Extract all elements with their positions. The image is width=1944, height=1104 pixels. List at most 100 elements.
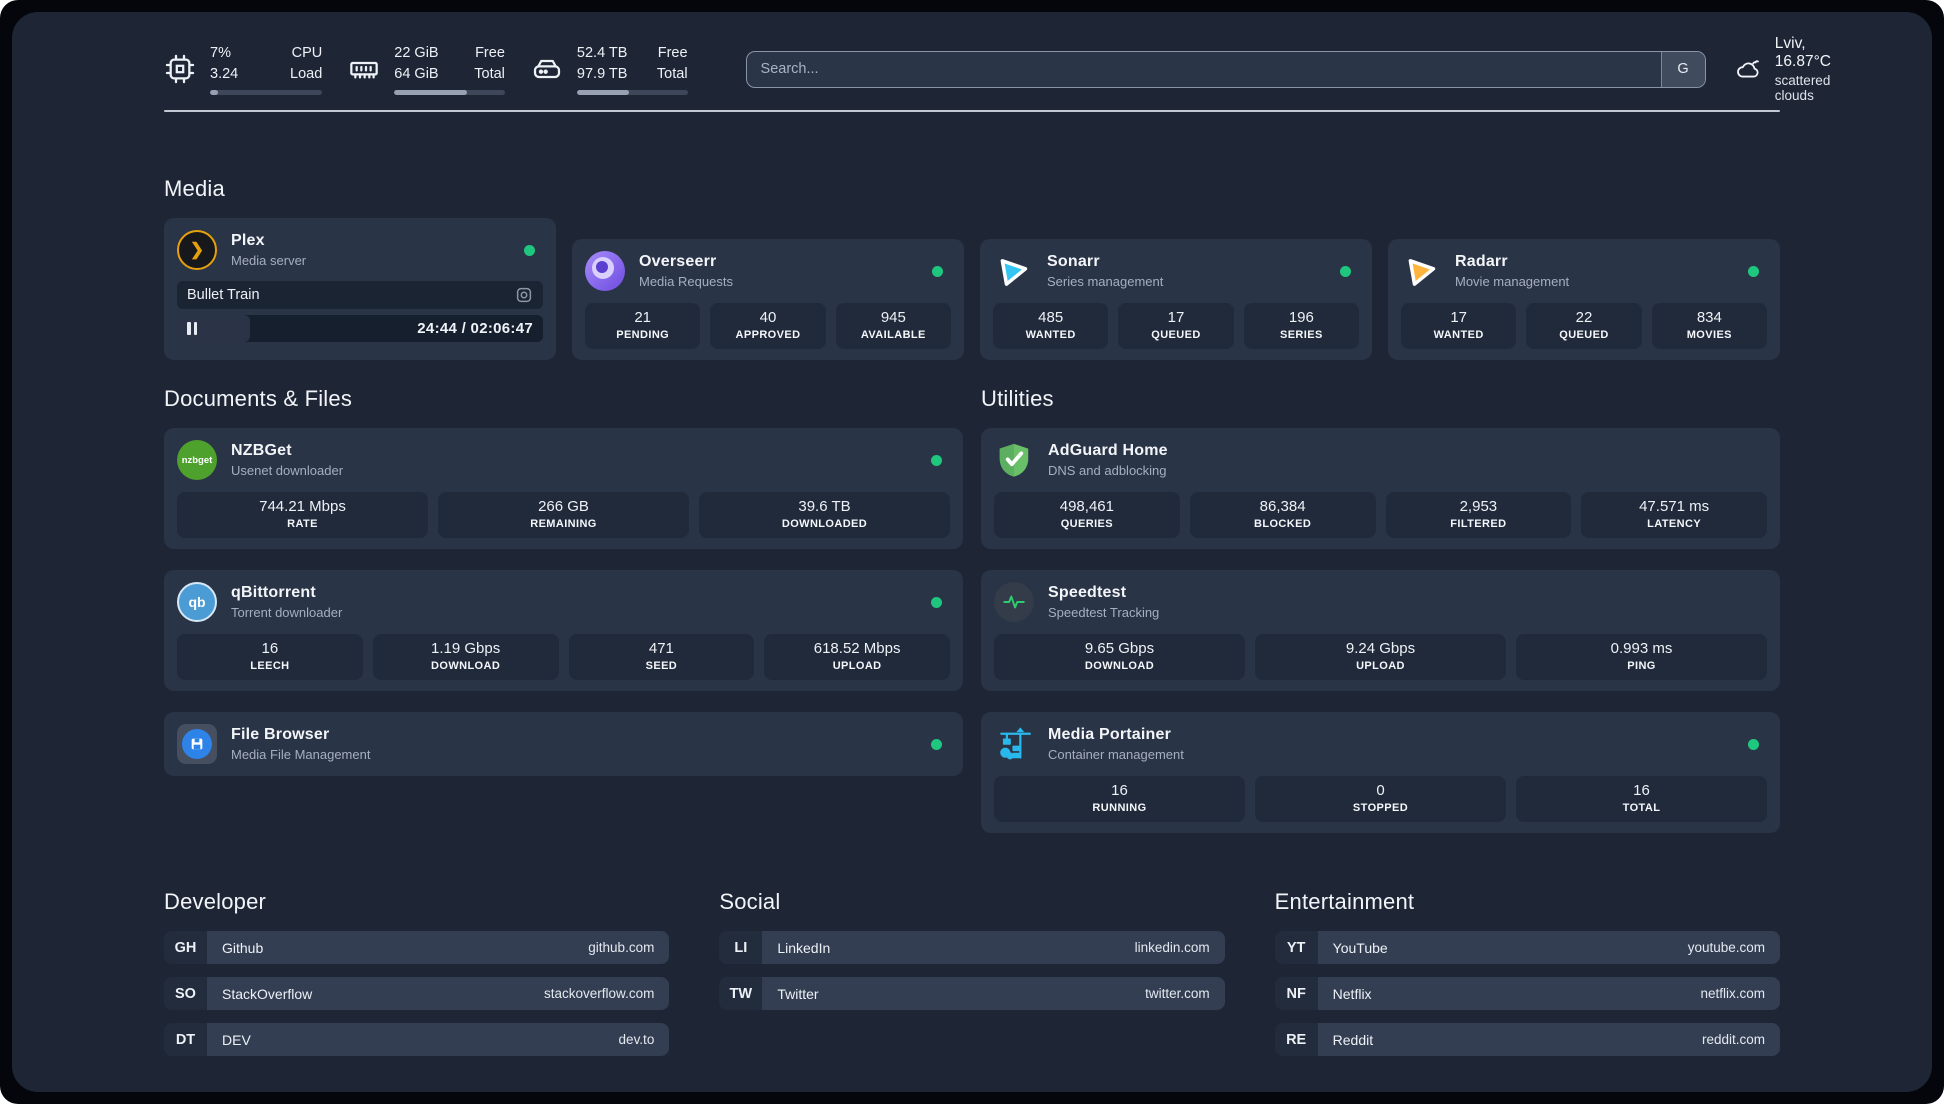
stat-tile: 196 SERIES [1243, 303, 1359, 349]
status-dot [931, 454, 942, 466]
ram-free-label: Free [475, 45, 505, 62]
link-name: YouTube [1332, 939, 1388, 956]
search-engine-button[interactable]: G [1660, 51, 1705, 87]
app-title: Overseerr [639, 253, 717, 270]
cpu-usage-value: 7% [210, 45, 231, 62]
app-title: Sonarr [1047, 253, 1100, 270]
app-card-overseerr[interactable]: Overseerr Media Requests 21 PENDING 40 APP… [572, 239, 964, 360]
filebrowser-icon [177, 724, 217, 764]
cpu-load-label: Load [290, 65, 323, 82]
app-card-nzbget[interactable]: nzbget NZBGet Usenet downloader 744.21 M… [164, 428, 963, 549]
link-stackoverflow[interactable]: SO StackOverflow stackoverflow.com [164, 977, 670, 1010]
sonarr-icon [993, 251, 1033, 291]
section-title-entertainment: Entertainment [1274, 889, 1415, 914]
app-subtitle: Media server [231, 253, 307, 268]
app-subtitle: DNS and adblocking [1048, 463, 1167, 478]
ram-progress-bar [394, 89, 505, 95]
stat-tile: 945 AVAILABLE [835, 303, 951, 349]
link-name: StackOverflow [222, 985, 313, 1002]
app-card-filebrowser[interactable]: File Browser Media File Management [164, 712, 963, 776]
cpu-load-value: 3.24 [210, 65, 239, 82]
link-abbr: NF [1274, 977, 1318, 1010]
header-divider [164, 110, 1780, 112]
camera-icon [515, 286, 533, 304]
link-linkedin[interactable]: LI LinkedIn linkedin.com [719, 931, 1225, 964]
speedtest-icon [994, 582, 1034, 622]
radarr-icon [1401, 251, 1441, 291]
status-dot [1748, 738, 1759, 750]
app-card-adguard[interactable]: AdGuard Home DNS and adblocking 498,461 Q… [981, 428, 1780, 549]
stat-tile: 471 SEED [568, 634, 755, 680]
app-subtitle: Usenet downloader [231, 463, 344, 478]
app-title: Speedtest [1048, 584, 1127, 601]
portainer-icon [994, 724, 1034, 764]
section-title-utilities: Utilities [981, 386, 1054, 411]
stat-tile: 9.65 Gbps DOWNLOAD [994, 634, 1245, 680]
link-abbr: LI [719, 931, 763, 964]
app-subtitle: Speedtest Tracking [1048, 605, 1160, 620]
cpu-stat: 7% 3.24 CPU Load [164, 43, 323, 95]
link-url: linkedin.com [1134, 940, 1210, 955]
stat-tile: 16 RUNNING [994, 776, 1245, 822]
app-title: File Browser [231, 726, 330, 743]
link-url: reddit.com [1701, 1032, 1765, 1047]
link-name: Github [222, 939, 264, 956]
stat-tile: 47.571 ms LATENCY [1581, 492, 1767, 538]
app-subtitle: Media File Management [231, 747, 371, 762]
pause-button[interactable] [187, 322, 197, 335]
stat-tile: 22 QUEUED [1526, 303, 1642, 349]
section-title-social: Social [719, 889, 781, 914]
app-card-portainer[interactable]: Media Portainer Container management 16 R… [981, 712, 1780, 833]
overseerr-icon [585, 251, 625, 291]
app-subtitle: Container management [1048, 747, 1184, 762]
ram-free-value: 22 GiB [394, 45, 439, 62]
status-dot [524, 244, 535, 256]
ram-icon [348, 53, 380, 85]
link-netflix[interactable]: NF Netflix netflix.com [1274, 977, 1780, 1010]
stat-tile: 0.993 ms PING [1516, 634, 1767, 680]
stat-tile: 17 QUEUED [1118, 303, 1234, 349]
stat-tile: 0 STOPPED [1255, 776, 1506, 822]
link-url: github.com [588, 940, 655, 955]
link-name: Netflix [1332, 985, 1372, 1002]
stat-tile: 618.52 Mbps UPLOAD [764, 634, 950, 680]
app-card-qbittorrent[interactable]: qb qBittorrent Torrent downloader 16 LEEC… [164, 570, 963, 691]
link-url: youtube.com [1687, 940, 1765, 955]
app-card-plex[interactable]: ❯ Plex Media server Bullet Train 24:44 /… [164, 218, 556, 360]
app-title: AdGuard Home [1048, 442, 1168, 459]
app-card-radarr[interactable]: Radarr Movie management 17 WANTED 22 QUEUE… [1388, 239, 1780, 360]
now-playing-title: Bullet Train [187, 287, 260, 303]
link-dev[interactable]: DT DEV dev.to [164, 1023, 670, 1056]
playback-time: 24:44 / 02:06:47 [417, 320, 533, 337]
stat-tile: 17 WANTED [1401, 303, 1517, 349]
app-title: Media Portainer [1048, 726, 1172, 743]
status-dot [931, 738, 942, 750]
stat-tile: 40 APPROVED [710, 303, 826, 349]
link-twitter[interactable]: TW Twitter twitter.com [719, 977, 1225, 1010]
stat-tile: 9.24 Gbps UPLOAD [1255, 634, 1506, 680]
adguard-icon [994, 440, 1034, 480]
app-card-sonarr[interactable]: Sonarr Series management 485 WANTED 17 QUE… [980, 239, 1372, 360]
link-abbr: YT [1274, 931, 1318, 964]
app-title: qBittorrent [231, 584, 316, 601]
search-input[interactable] [746, 61, 1661, 77]
link-name: LinkedIn [777, 939, 831, 956]
app-card-speedtest[interactable]: Speedtest Speedtest Tracking 9.65 Gbps DO… [981, 570, 1780, 691]
app-title: Plex [231, 232, 265, 249]
stat-tile: 16 LEECH [177, 634, 363, 680]
now-playing-row: Bullet Train [177, 281, 543, 309]
link-abbr: DT [164, 1023, 207, 1056]
cpu-progress-bar [210, 89, 323, 95]
app-subtitle: Movie management [1455, 274, 1570, 289]
link-youtube[interactable]: YT YouTube youtube.com [1274, 931, 1780, 964]
weather-widget: Lviv, 16.87°C scattered clouds [1736, 35, 1843, 103]
stat-tile: 834 MOVIES [1651, 303, 1767, 349]
link-github[interactable]: GH Github github.com [164, 931, 670, 964]
link-name: Twitter [777, 985, 819, 1002]
nzbget-icon: nzbget [177, 440, 217, 480]
status-dot [931, 596, 942, 608]
link-reddit[interactable]: RE Reddit reddit.com [1274, 1023, 1780, 1056]
link-url: dev.to [618, 1032, 655, 1047]
search-bar: G [745, 50, 1706, 88]
weather-location-temp: Lviv, 16.87°C [1774, 35, 1831, 70]
